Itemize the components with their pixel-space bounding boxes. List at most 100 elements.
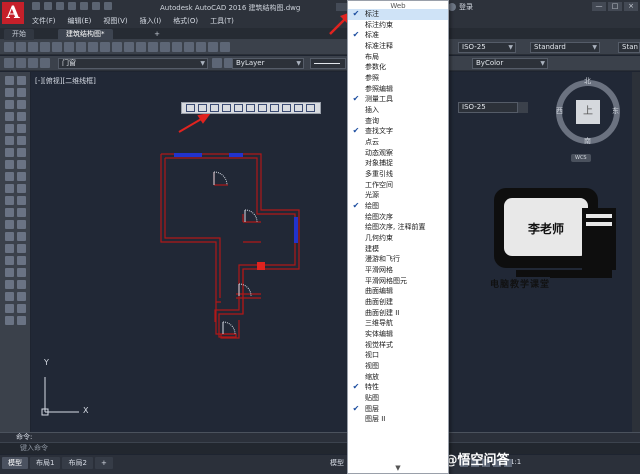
menu-item[interactable]: 绘图次序 xyxy=(348,212,448,223)
undo-icon[interactable] xyxy=(124,42,134,52)
arc-length-icon[interactable] xyxy=(210,104,219,112)
ellipse-icon[interactable] xyxy=(5,184,14,193)
viewcube[interactable]: 上 xyxy=(556,80,620,144)
color-select[interactable]: ByLayer ▼ xyxy=(232,58,304,69)
text-style-select[interactable]: Standard ▼ xyxy=(530,42,600,53)
offset-icon[interactable] xyxy=(17,112,26,121)
save-icon[interactable] xyxy=(28,42,38,52)
menu-item[interactable]: 漫游和飞行 xyxy=(348,254,448,265)
menu-item[interactable]: 参照编辑 xyxy=(348,84,448,95)
table-style-select[interactable]: Stan xyxy=(618,42,640,53)
diameter-dim-icon[interactable] xyxy=(258,104,267,112)
maximize-button[interactable]: □ xyxy=(608,2,622,11)
menu-item[interactable]: ✔ 标注 xyxy=(348,9,448,20)
preview-icon[interactable] xyxy=(52,42,62,52)
erase-icon[interactable] xyxy=(17,76,26,85)
menu-item[interactable]: 缩放 xyxy=(348,372,448,383)
aligned-dim-icon[interactable] xyxy=(198,104,207,112)
align-icon[interactable] xyxy=(17,292,26,301)
copy-icon[interactable] xyxy=(88,42,98,52)
linear-dim-icon[interactable] xyxy=(186,104,195,112)
dim-style-float-select[interactable]: ISO-25 xyxy=(458,102,518,113)
menu-format[interactable]: 格式(O) xyxy=(167,15,204,27)
layer-manager-icon[interactable] xyxy=(4,58,14,68)
properties-icon[interactable] xyxy=(196,42,206,52)
line-icon[interactable] xyxy=(5,76,14,85)
menu-item[interactable]: 平滑网格图元 xyxy=(348,276,448,287)
pan-icon[interactable] xyxy=(148,42,158,52)
sun-icon[interactable] xyxy=(28,58,38,68)
dimension-floating-toolbar[interactable] xyxy=(181,102,321,114)
circle-icon[interactable] xyxy=(5,148,14,157)
edit-pline-icon[interactable] xyxy=(17,304,26,313)
menu-item[interactable]: 实体编辑 xyxy=(348,329,448,340)
menu-item[interactable]: 工作空间 xyxy=(348,180,448,191)
menu-item[interactable]: 几何约束 xyxy=(348,233,448,244)
menu-item[interactable]: 动态观察 xyxy=(348,148,448,159)
xline-icon[interactable] xyxy=(5,88,14,97)
point-icon[interactable] xyxy=(5,232,14,241)
make-current-icon[interactable] xyxy=(212,58,222,68)
text-icon[interactable] xyxy=(5,304,14,313)
menu-file[interactable]: 文件(F) xyxy=(26,15,62,27)
baseline-dim-icon[interactable] xyxy=(294,104,303,112)
gradient-icon[interactable] xyxy=(5,256,14,265)
menu-item[interactable]: 插入 xyxy=(348,105,448,116)
menu-edit[interactable]: 编辑(E) xyxy=(62,15,98,27)
edit-spline-icon[interactable] xyxy=(17,316,26,325)
fillet-icon[interactable] xyxy=(17,244,26,253)
menu-item[interactable]: 绘图次序, 注释前置 xyxy=(348,222,448,233)
tab-drawing[interactable]: 建筑结构图* xyxy=(58,29,113,40)
open-icon[interactable] xyxy=(44,2,52,10)
status-model[interactable]: 模型 xyxy=(330,458,344,468)
blend-icon[interactable] xyxy=(17,256,26,265)
table-icon[interactable] xyxy=(5,280,14,289)
radius-dim-icon[interactable] xyxy=(234,104,243,112)
menu-item[interactable]: ✔ 图层 xyxy=(348,404,448,415)
extend-icon[interactable] xyxy=(17,196,26,205)
new-icon[interactable] xyxy=(4,42,14,52)
menu-item[interactable]: 视图 xyxy=(348,361,448,372)
chamfer-icon[interactable] xyxy=(17,232,26,241)
menu-item[interactable]: ✔ 查找文字 xyxy=(348,126,448,137)
design-center-icon[interactable] xyxy=(208,42,218,52)
menu-item[interactable]: 视口 xyxy=(348,350,448,361)
menu-item[interactable]: 曲面创建 xyxy=(348,297,448,308)
menu-item[interactable]: 参照 xyxy=(348,73,448,84)
undo-icon[interactable] xyxy=(92,2,100,10)
make-block-icon[interactable] xyxy=(5,220,14,229)
quick-dim-icon[interactable] xyxy=(282,104,291,112)
move-icon[interactable] xyxy=(17,136,26,145)
lengthen-icon[interactable] xyxy=(17,280,26,289)
menu-item[interactable]: ✔ 测量工具 xyxy=(348,94,448,105)
match-icon[interactable] xyxy=(112,42,122,52)
canvas-right-area[interactable]: ISO-25 上 北 南 东 西 WCS 李老师 电脑教学课堂 xyxy=(456,72,640,432)
layer-select[interactable]: 门窗 ▼ xyxy=(58,58,208,69)
menu-item[interactable]: 光源 xyxy=(348,190,448,201)
join-icon[interactable] xyxy=(17,220,26,229)
menu-item[interactable]: 建模 xyxy=(348,244,448,255)
menu-item[interactable]: 标注约束 xyxy=(348,20,448,31)
rectangle-icon[interactable] xyxy=(5,124,14,133)
continue-dim-icon[interactable] xyxy=(306,104,315,112)
insert-block-icon[interactable] xyxy=(5,208,14,217)
menu-item[interactable]: 多重引线 xyxy=(348,169,448,180)
revcloud-icon[interactable] xyxy=(5,160,14,169)
minimize-button[interactable]: — xyxy=(592,2,606,11)
scale-icon[interactable] xyxy=(17,160,26,169)
compass-north[interactable]: 北 xyxy=(584,76,591,86)
jogged-dim-icon[interactable] xyxy=(246,104,255,112)
new-icon[interactable] xyxy=(32,2,40,10)
compass-east[interactable]: 东 xyxy=(612,106,619,116)
tab-layout2[interactable]: 布局2 xyxy=(62,457,93,469)
app-logo-button[interactable]: A xyxy=(2,2,24,24)
zoom-prev-icon[interactable] xyxy=(184,42,194,52)
menu-item[interactable]: ✔ 特性 xyxy=(348,382,448,393)
vertical-scrollbar[interactable] xyxy=(632,72,640,432)
dim-style-select[interactable]: ISO-25 ▼ xyxy=(458,42,516,53)
menu-item[interactable]: 点云 xyxy=(348,137,448,148)
rotate-icon[interactable] xyxy=(17,148,26,157)
tool-palette-icon[interactable] xyxy=(220,42,230,52)
array-icon[interactable] xyxy=(17,124,26,133)
tab-layout1[interactable]: 布局1 xyxy=(30,457,61,469)
